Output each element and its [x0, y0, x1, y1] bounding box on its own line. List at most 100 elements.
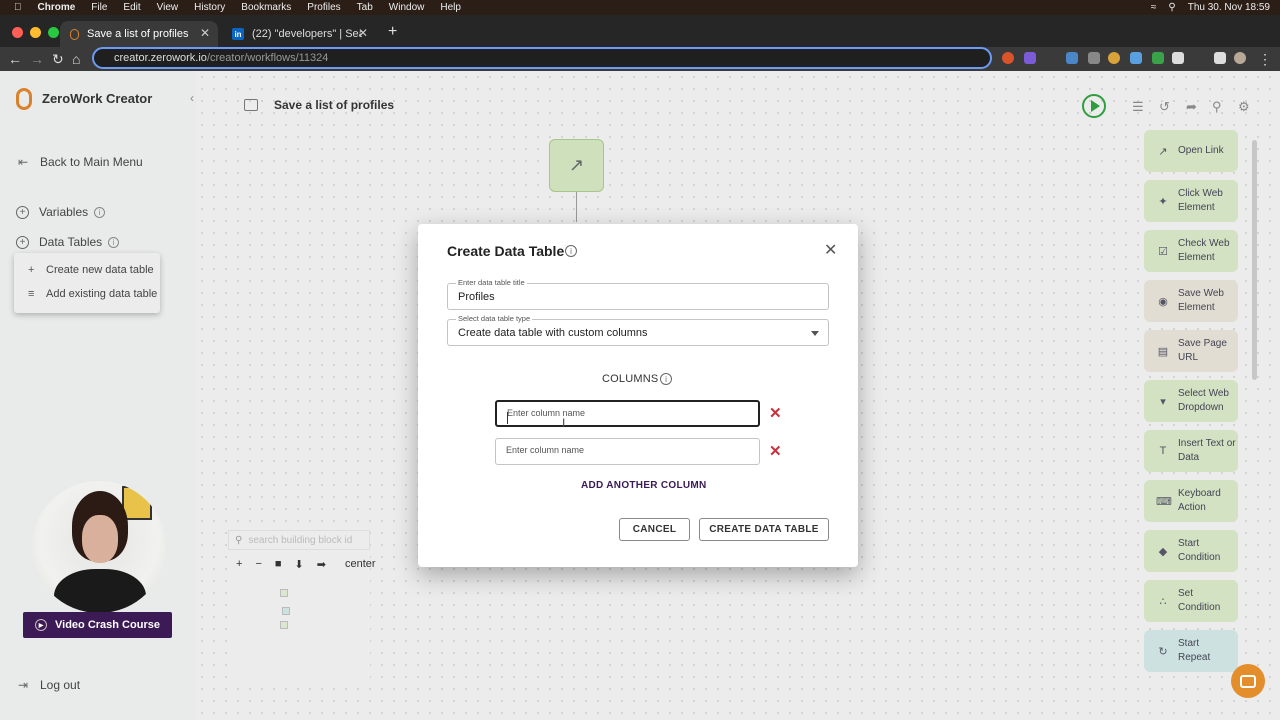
menu-item-add-existing-data-table[interactable]: ≡ Add existing data table	[28, 288, 157, 300]
arrow-down-icon[interactable]: ⬇	[295, 558, 304, 571]
block-check-web-element[interactable]: ☑ Check Web Element	[1144, 230, 1238, 272]
new-tab-icon[interactable]: +	[388, 23, 397, 41]
info-icon[interactable]: i	[660, 373, 672, 385]
block-insert-text-or-data[interactable]: T Insert Text or Data	[1144, 430, 1238, 472]
menu-edit[interactable]: Edit	[123, 2, 140, 13]
close-tab-icon[interactable]: ✕	[200, 26, 210, 40]
column-placeholder: Enter column name	[507, 408, 586, 418]
chat-icon	[1240, 674, 1256, 688]
extension-icon[interactable]	[1108, 52, 1120, 64]
list-icon[interactable]: ☰	[1132, 99, 1144, 115]
menu-app[interactable]: Chrome	[38, 2, 76, 13]
menu-item-create-new-data-table[interactable]: + Create new data table	[28, 264, 154, 276]
info-icon[interactable]: i	[94, 206, 106, 218]
close-tab-icon[interactable]: ✕	[358, 26, 368, 40]
debug-icon[interactable]: ⚲	[1212, 99, 1222, 115]
remove-column-icon[interactable]: ✕	[769, 442, 782, 460]
apple-icon[interactable]: 	[14, 2, 22, 13]
plus-icon: +	[28, 264, 35, 276]
back-icon[interactable]: ←	[8, 51, 22, 67]
block-set-condition[interactable]: ∴ Set Condition	[1144, 580, 1238, 622]
run-workflow-button[interactable]	[1082, 94, 1106, 118]
data-table-title-field[interactable]: Enter data table title Profiles	[447, 278, 829, 310]
minimize-window-button[interactable]	[30, 27, 41, 38]
block-search-input[interactable]: ⚲ search building block id	[228, 530, 370, 550]
menu-profiles[interactable]: Profiles	[307, 2, 340, 13]
block-save-web-element[interactable]: ◉ Save Web Element	[1144, 280, 1238, 322]
block-start-condition[interactable]: ◆ Start Condition	[1144, 530, 1238, 572]
presenter-face	[82, 515, 118, 563]
block-start-repeat[interactable]: ↻ Start Repeat	[1144, 630, 1238, 672]
menu-view[interactable]: View	[157, 2, 179, 13]
extension-icon[interactable]	[1152, 52, 1164, 64]
menu-item-label: Create new data table	[46, 264, 154, 276]
page-icon: ▤	[1157, 345, 1169, 358]
info-icon[interactable]: i	[108, 236, 120, 248]
block-click-web-element[interactable]: ✦ Click Web Element	[1144, 180, 1238, 222]
url-field[interactable]: creator.zerowork.io/creator/workflows/11…	[92, 47, 992, 69]
clock[interactable]: Thu 30. Nov 18:59	[1188, 2, 1270, 13]
menu-tab[interactable]: Tab	[357, 2, 373, 13]
zoom-out-icon[interactable]: −	[255, 558, 261, 570]
menu-bookmarks[interactable]: Bookmarks	[241, 2, 291, 13]
sidebar-item-variables[interactable]: + Variables i	[16, 205, 106, 219]
extension-icon[interactable]	[1088, 52, 1100, 64]
collapse-sidebar-icon[interactable]: ‹	[190, 91, 194, 105]
menu-file[interactable]: File	[91, 2, 107, 13]
dialog-title: Create Data Table	[447, 243, 565, 259]
menu-help[interactable]: Help	[440, 2, 461, 13]
block-keyboard-action[interactable]: ⌨ Keyboard Action	[1144, 480, 1238, 522]
menu-history[interactable]: History	[194, 2, 225, 13]
menu-window[interactable]: Window	[389, 2, 425, 13]
extension-icon[interactable]	[1002, 52, 1014, 64]
block-select-web-dropdown[interactable]: ▾ Select Web Dropdown	[1144, 380, 1238, 422]
video-crash-course-button[interactable]: ▶ Video Crash Course	[23, 612, 172, 638]
tab-save-list[interactable]: Save a list of profiles ✕	[60, 21, 218, 47]
cancel-button[interactable]: CANCEL	[619, 518, 690, 541]
add-another-column-button[interactable]: ADD ANOTHER COLUMN	[581, 480, 707, 491]
share-icon[interactable]: ➦	[1186, 99, 1197, 115]
profile-avatar[interactable]	[1234, 52, 1246, 64]
tab-linkedin[interactable]: in (22) "developers" | Search | Li ✕	[222, 21, 376, 47]
extension-icon[interactable]	[1130, 52, 1142, 64]
lock-icon[interactable]: ■	[275, 558, 282, 570]
close-icon[interactable]: ✕	[824, 240, 837, 260]
zoom-in-icon[interactable]: +	[236, 558, 242, 570]
reload-icon[interactable]: ↻	[52, 51, 64, 68]
block-label: Insert Text or Data	[1178, 438, 1236, 463]
center-button[interactable]: center	[345, 558, 376, 570]
column-name-input[interactable]: Enter column name	[495, 438, 760, 465]
extension-icon[interactable]	[1024, 52, 1036, 64]
zoom-window-button[interactable]	[48, 27, 59, 38]
sidebar-icon[interactable]	[1214, 52, 1226, 64]
forward-icon[interactable]: →	[30, 51, 44, 67]
set-condition-icon: ∴	[1159, 595, 1167, 608]
block-label: Open Link	[1178, 145, 1224, 156]
info-icon[interactable]: i	[565, 245, 577, 257]
workflow-title[interactable]: Save a list of profiles	[274, 98, 394, 112]
column-name-input[interactable]: Enter column name	[495, 400, 760, 427]
wifi-icon[interactable]: ≈	[1151, 2, 1157, 13]
create-data-table-button[interactable]: CREATE DATA TABLE	[699, 518, 829, 541]
home-icon[interactable]: ⌂	[72, 51, 80, 67]
block-save-page-url[interactable]: ▤ Save Page URL	[1144, 330, 1238, 372]
chat-support-button[interactable]	[1231, 664, 1265, 698]
blocks-scrollbar[interactable]	[1252, 140, 1257, 380]
block-open-link[interactable]: ↗ Open Link	[1144, 130, 1238, 172]
logout-button[interactable]: ⇥ Log out	[16, 678, 80, 692]
browser-menu-icon[interactable]: ⋮	[1258, 51, 1272, 68]
linkedin-favicon-icon: in	[232, 28, 244, 40]
back-to-main-menu[interactable]: ⇤ Back to Main Menu	[16, 155, 143, 169]
history-icon[interactable]: ↺	[1159, 99, 1170, 115]
close-window-button[interactable]	[12, 27, 23, 38]
sidebar-item-data-tables[interactable]: + Data Tables i	[16, 235, 120, 249]
search-icon[interactable]: ⚲	[1168, 2, 1175, 13]
open-link-node[interactable]: ↗	[549, 139, 604, 192]
extension-icon[interactable]	[1066, 52, 1078, 64]
globe-icon: ◉	[1158, 295, 1168, 308]
arrow-right-icon[interactable]: ➡	[317, 558, 326, 571]
data-table-type-select[interactable]: Select data table type Create data table…	[447, 314, 829, 346]
remove-column-icon[interactable]: ✕	[769, 404, 782, 422]
settings-gear-icon[interactable]: ⚙	[1238, 99, 1250, 115]
puzzle-icon[interactable]	[1172, 52, 1184, 64]
